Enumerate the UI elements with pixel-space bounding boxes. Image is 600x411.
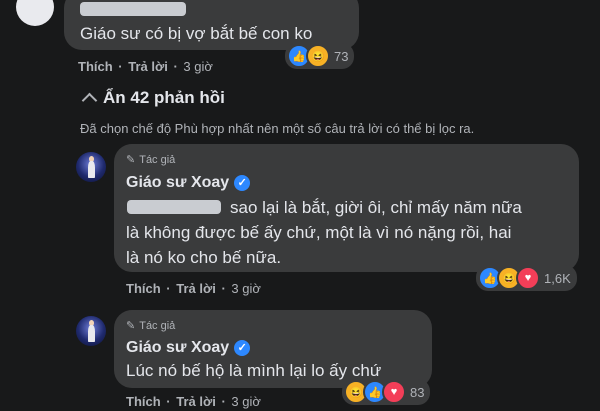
- redacted-commenter-name[interactable]: [80, 2, 186, 16]
- pencil-icon: ✎: [126, 320, 136, 332]
- reply-link[interactable]: Trả lời: [176, 281, 216, 296]
- reaction-count: 83: [410, 384, 425, 400]
- reaction-count: 1,6K: [544, 270, 571, 286]
- comment-text: Giáo sư có bị vợ bắt bế con ko: [80, 24, 313, 43]
- author-name[interactable]: Giáo sư Xoay ✓: [126, 339, 251, 357]
- like-link[interactable]: Thích: [126, 281, 161, 296]
- author-tag: ✎ Tác giả: [126, 153, 176, 167]
- pencil-icon: ✎: [126, 154, 136, 166]
- author-tag: ✎ Tác giả: [126, 319, 176, 333]
- reply-text: Lúc nó bế hộ là mình lại lo ấy chứ: [126, 361, 382, 380]
- chevron-up-icon: [81, 92, 98, 109]
- reply-actions: Thích · Trả lời · 3 giờ: [126, 281, 261, 296]
- verified-badge-icon: ✓: [234, 175, 251, 191]
- love-icon: ♥: [516, 266, 540, 290]
- verified-badge-icon: ✓: [234, 340, 251, 356]
- timestamp[interactable]: 3 giờ: [231, 281, 261, 296]
- redacted-mention[interactable]: [127, 200, 221, 214]
- hide-replies-toggle[interactable]: Ẩn 42 phản hồi: [81, 88, 225, 109]
- reply-link[interactable]: Trả lời: [128, 59, 168, 74]
- reply-actions: Thích · Trả lời · 3 giờ: [126, 394, 261, 409]
- author-avatar[interactable]: [76, 152, 106, 182]
- love-icon: ♥: [382, 380, 406, 404]
- haha-icon: 😆: [306, 44, 330, 68]
- timestamp[interactable]: 3 giờ: [231, 394, 261, 409]
- like-link[interactable]: Thích: [78, 59, 113, 74]
- filter-notice: Đã chọn chế độ Phù hợp nhất nên một số c…: [80, 121, 475, 136]
- timestamp[interactable]: 3 giờ: [183, 59, 213, 74]
- reply-link[interactable]: Trả lời: [176, 394, 216, 409]
- comment-reactions[interactable]: 👍 😆 73: [285, 43, 355, 69]
- reply-reactions[interactable]: 👍 😆 ♥ 1,6K: [476, 265, 577, 291]
- reply-text-line-1: sao lại là bắt, giời ôi, chỉ mấy năm nữa: [230, 198, 522, 217]
- comment-actions: Thích · Trả lời · 3 giờ: [78, 59, 213, 74]
- reaction-count: 73: [334, 48, 349, 64]
- author-name[interactable]: Giáo sư Xoay ✓: [126, 174, 251, 192]
- reply-text-line-3: là nó ko cho bế nữa.: [126, 248, 282, 267]
- author-avatar[interactable]: [76, 316, 106, 346]
- reply-text-line-2: là không được bế ấy chứ, một là vì nó nặ…: [126, 223, 512, 242]
- commenter-avatar[interactable]: [16, 0, 54, 26]
- hide-replies-label: Ẩn 42 phản hồi: [103, 88, 225, 107]
- like-link[interactable]: Thích: [126, 394, 161, 409]
- reply-reactions[interactable]: 😆 👍 ♥ 83: [342, 379, 431, 405]
